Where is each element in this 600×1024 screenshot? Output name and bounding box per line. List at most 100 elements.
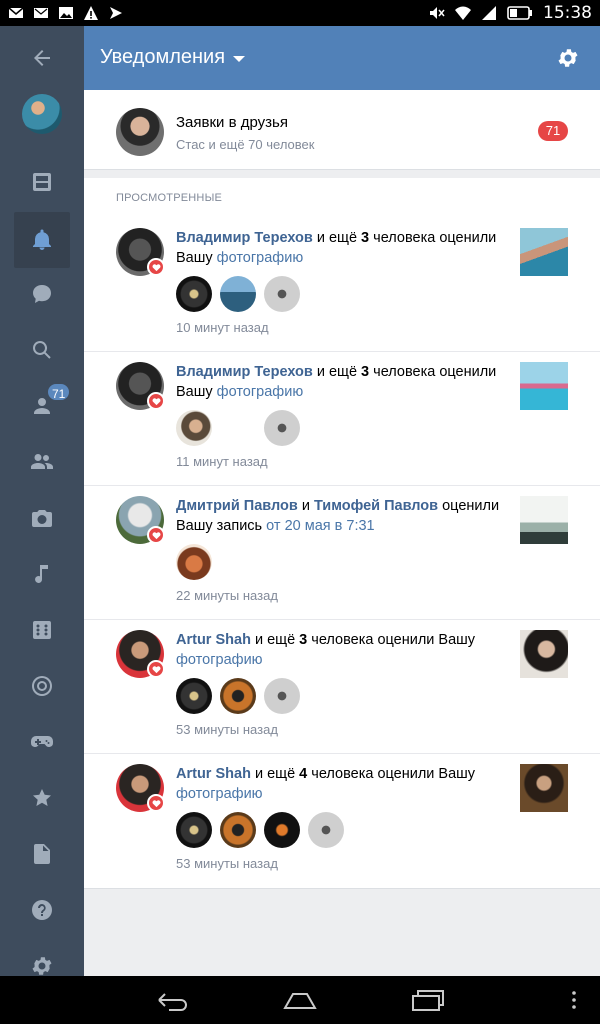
- like-badge-icon: [147, 794, 165, 812]
- document-icon: [34, 844, 50, 864]
- system-navigation-bar: [0, 976, 600, 1024]
- photo-thumbnail[interactable]: [520, 228, 568, 276]
- rail-item-notifications[interactable]: [14, 212, 70, 268]
- viewed-notifications-section: ПРОСМОТРЕННЫЕ Владимир Терехов и ещё 3 ч…: [84, 178, 600, 889]
- actor-link[interactable]: Владимир Терехов: [176, 230, 313, 246]
- section-header: ПРОСМОТРЕННЫЕ: [116, 192, 223, 204]
- actor-link[interactable]: Владимир Терехов: [176, 364, 313, 380]
- notifications-filter-dropdown[interactable]: Уведомления: [100, 46, 246, 69]
- object-link[interactable]: от 20 мая в 7:31: [266, 518, 374, 534]
- photo-thumbnail[interactable]: [520, 764, 568, 812]
- liker-avatar[interactable]: [220, 812, 256, 848]
- notification-text: Дмитрий Павлов и Тимофей Павлов оценили …: [176, 498, 500, 534]
- notification-item[interactable]: Владимир Терехов и ещё 3 человека оценил…: [84, 352, 600, 486]
- rail-item-documents[interactable]: [14, 826, 70, 882]
- rail-item-music[interactable]: [14, 546, 70, 602]
- friend-requests-subtitle: Стас и ещё 70 человек: [176, 137, 315, 152]
- rail-item-live[interactable]: [14, 658, 70, 714]
- mail-icon: [34, 8, 48, 18]
- rail-item-messages[interactable]: [14, 266, 70, 322]
- liker-avatar[interactable]: [220, 276, 256, 312]
- users-icon: [31, 454, 53, 469]
- rail-item-search[interactable]: [14, 322, 70, 378]
- notification-time: 53 минуты назад: [176, 722, 278, 737]
- liker-avatars: [176, 812, 344, 848]
- rail-profile[interactable]: [14, 86, 70, 142]
- object-link[interactable]: фотографию: [217, 250, 304, 266]
- more-icon[interactable]: [566, 988, 582, 1012]
- rail-item-photos[interactable]: [14, 490, 70, 546]
- friend-requests-badge: 71: [538, 121, 568, 141]
- notification-text: Artur Shah и ещё 3 человека оценили Вашу…: [176, 632, 476, 668]
- liker-avatar[interactable]: [264, 678, 300, 714]
- target-icon: [32, 676, 52, 696]
- rail-item-favorites[interactable]: [14, 770, 70, 826]
- dice-icon: [33, 621, 51, 639]
- page-title: Уведомления: [100, 46, 226, 68]
- rail-item-friends[interactable]: 71: [14, 378, 72, 434]
- liker-avatar[interactable]: [176, 812, 212, 848]
- gmail-icon: [8, 7, 24, 18]
- notifications-content: Заявки в друзья Стас и ещё 70 человек 71…: [84, 90, 600, 976]
- clock: 15:38: [543, 3, 592, 23]
- mute-icon: [430, 7, 445, 19]
- arrow-icon: [110, 7, 122, 19]
- object-link[interactable]: фотографию: [217, 384, 304, 400]
- liker-avatar[interactable]: [176, 276, 212, 312]
- actor-link[interactable]: Artur Shah: [176, 632, 251, 648]
- post-thumbnail[interactable]: [520, 496, 568, 544]
- notification-time: 22 минуты назад: [176, 588, 278, 603]
- liker-avatar[interactable]: [264, 410, 300, 446]
- notification-item[interactable]: Artur Shah и ещё 4 человека оценили Вашу…: [84, 754, 600, 888]
- app-header: Уведомления: [84, 26, 600, 90]
- liker-avatar[interactable]: [220, 678, 256, 714]
- battery-icon: [507, 6, 532, 20]
- rail-item-news[interactable]: [14, 154, 70, 210]
- like-badge-icon: [147, 392, 165, 410]
- liker-avatar[interactable]: [220, 410, 256, 446]
- liker-avatar[interactable]: [264, 276, 300, 312]
- rail-item-games[interactable]: [14, 602, 70, 658]
- rail-item-help[interactable]: [14, 882, 70, 938]
- photo-thumbnail[interactable]: [520, 362, 568, 410]
- like-badge-icon: [147, 526, 165, 544]
- music-icon: [35, 565, 48, 583]
- object-link[interactable]: фотографию: [176, 652, 263, 668]
- star-icon: [33, 789, 51, 806]
- notification-time: 53 минуты назад: [176, 856, 278, 871]
- photo-thumbnail[interactable]: [520, 630, 568, 678]
- actor-link[interactable]: Дмитрий Павлов: [176, 498, 298, 514]
- chat-icon: [33, 285, 51, 303]
- back-nav-icon[interactable]: [155, 988, 189, 1012]
- rail-item-gamepad[interactable]: [14, 714, 70, 770]
- liker-avatar[interactable]: [264, 812, 300, 848]
- like-badge-icon: [147, 258, 165, 276]
- liker-avatar[interactable]: [176, 678, 212, 714]
- image-icon: [59, 7, 73, 19]
- status-bar: 15:38: [0, 0, 600, 26]
- friend-requests-title: Заявки в друзья: [176, 114, 288, 131]
- actor-link[interactable]: Artur Shah: [176, 766, 251, 782]
- home-nav-icon[interactable]: [283, 988, 317, 1012]
- liker-avatars: [176, 276, 300, 312]
- actor-link[interactable]: Тимофей Павлов: [314, 498, 438, 514]
- object-link[interactable]: фотографию: [176, 786, 263, 802]
- signal-icon: [482, 6, 496, 20]
- settings-gear-icon[interactable]: [556, 46, 580, 70]
- avatar: [22, 94, 62, 134]
- recents-nav-icon[interactable]: [411, 988, 445, 1012]
- notification-item[interactable]: Artur Shah и ещё 3 человека оценили Вашу…: [84, 620, 600, 754]
- gamepad-icon: [31, 736, 53, 747]
- liker-avatar[interactable]: [308, 812, 344, 848]
- friends-count-badge: 71: [46, 382, 72, 402]
- liker-avatars: [176, 410, 300, 446]
- liker-avatar[interactable]: [176, 544, 212, 580]
- notification-item[interactable]: Владимир Терехов и ещё 3 человека оценил…: [84, 218, 600, 352]
- notification-item[interactable]: Дмитрий Павлов и Тимофей Павлов оценили …: [84, 486, 600, 620]
- like-badge-icon: [147, 660, 165, 678]
- liker-avatar[interactable]: [176, 410, 212, 446]
- friend-requests-row[interactable]: Заявки в друзья Стас и ещё 70 человек 71: [84, 90, 600, 170]
- rail-item-groups[interactable]: [14, 434, 70, 490]
- back-button[interactable]: [14, 30, 70, 86]
- notification-time: 11 минут назад: [176, 454, 268, 469]
